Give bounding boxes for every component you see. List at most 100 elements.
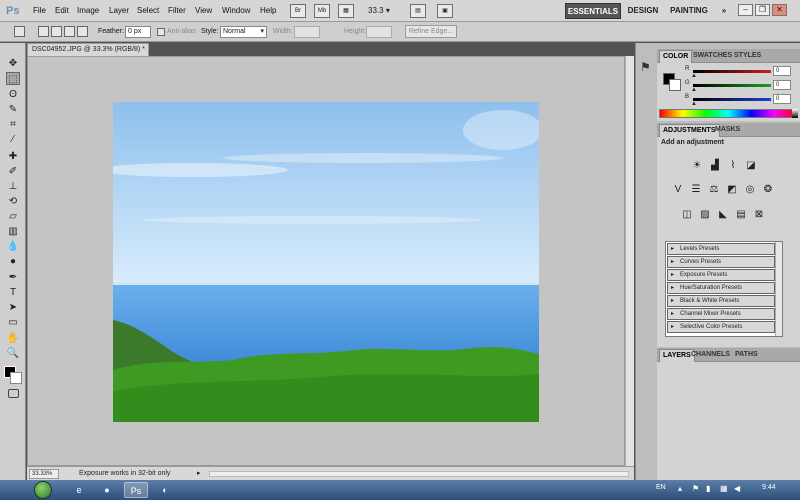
eyedropper-tool-icon[interactable]: ⁄ [6,133,20,146]
action-center-icon[interactable]: ⚑ [692,484,699,493]
posterize-icon[interactable]: ▨ [698,208,712,221]
eraser-tool-icon[interactable]: ▱ [6,210,20,223]
subtract-from-selection-icon[interactable] [64,26,75,37]
slider-thumb-icon[interactable]: ▲ [691,87,697,93]
document-tab[interactable]: DSC04952.JPG @ 33.3% (RGB/8) * [27,43,149,56]
pen-tool-icon[interactable]: ✒ [6,271,20,284]
exposure-icon[interactable]: ◪ [744,159,758,172]
history-brush-tool-icon[interactable]: ⟲ [6,195,20,208]
hand-tool-icon[interactable]: ✋ [6,332,20,345]
brightness-contrast-icon[interactable]: ☀ [690,159,704,172]
tab-paths[interactable]: PATHS [732,349,761,362]
red-slider[interactable] [693,70,771,73]
rectangular-marquee-tool-icon[interactable]: ⬚ [6,72,20,85]
width-input[interactable] [294,26,320,38]
green-slider[interactable] [693,84,771,87]
blue-value-input[interactable]: 0 [773,94,791,104]
volume-icon[interactable]: ◀ [734,484,740,493]
menu-edit[interactable]: Edit [55,0,69,22]
anti-alias-checkbox[interactable] [157,28,165,36]
zoom-percentage-field[interactable]: 33.33% [29,469,59,479]
language-indicator[interactable]: EN [656,484,666,491]
menu-window[interactable]: Window [222,0,250,22]
menu-view[interactable]: View [195,0,212,22]
list-item[interactable]: ▸ Curves Presets [667,256,775,268]
slider-thumb-icon[interactable]: ▲ [691,101,697,107]
height-input[interactable] [366,26,392,38]
blue-slider[interactable] [693,98,771,101]
zoom-tool-icon[interactable]: 🔍 [6,347,20,360]
type-tool-icon[interactable]: T [6,286,20,299]
menu-filter[interactable]: Filter [168,0,186,22]
list-item[interactable]: ▸ Selective Color Presets [667,321,775,333]
feather-input[interactable]: 0 px [125,26,151,38]
list-item[interactable]: ▸ Exposure Presets [667,269,775,281]
screen-mode-button[interactable]: ▣ [437,4,453,18]
view-extras-button[interactable]: ▦ [338,4,354,18]
menu-image[interactable]: Image [77,0,99,22]
list-item[interactable]: ▸ Levels Presets [667,243,775,255]
gradient-map-icon[interactable]: ▤ [734,208,748,221]
more-workspaces-button[interactable]: » [718,3,730,19]
rectangle-tool-icon[interactable]: ▭ [6,316,20,329]
zoom-level-select[interactable]: 33.3 ▾ [368,4,404,18]
status-menu-arrow-icon[interactable]: ▸ [197,469,201,477]
tab-adjustments[interactable]: ADJUSTMENTS [659,124,720,137]
presets-scrollbar[interactable] [775,242,782,336]
document-canvas-area[interactable] [27,56,625,466]
black-white-icon[interactable]: ◩ [725,183,739,196]
blur-tool-icon[interactable]: 💧 [6,240,20,253]
color-balance-icon[interactable]: ⚖ [707,183,721,196]
launch-bridge-button[interactable]: Br [290,4,306,18]
tab-styles[interactable]: STYLES [731,50,764,63]
taskbar-clock[interactable]: 9:44 [762,484,776,491]
media-player-icon[interactable]: ● [95,482,119,498]
channel-mixer-icon[interactable]: ❂ [761,183,775,196]
photo-filter-icon[interactable]: ◎ [743,183,757,196]
marquee-preset-icon[interactable] [14,26,25,37]
start-button[interactable] [34,481,52,499]
color-panel-background-swatch[interactable] [669,79,681,91]
quick-mask-icon[interactable] [8,389,19,398]
vibrance-icon[interactable]: V [671,183,685,196]
tab-swatches[interactable]: SWATCHES [690,50,735,63]
minimize-button[interactable]: – [738,4,753,16]
refine-edge-button[interactable]: Refine Edge... [405,25,457,38]
firefox-icon[interactable]: ◐ [153,482,177,498]
threshold-icon[interactable]: ◣ [716,208,730,221]
menu-help[interactable]: Help [260,0,276,22]
tab-masks[interactable]: MASKS [712,124,743,137]
background-color-swatch[interactable] [10,372,22,384]
tray-expand-icon[interactable]: ▴ [678,484,682,493]
menu-layer[interactable]: Layer [109,0,129,22]
levels-icon[interactable]: ▟ [708,159,722,172]
new-selection-icon[interactable] [38,26,49,37]
intersect-selection-icon[interactable] [77,26,88,37]
list-item[interactable]: ▸ Hue/Saturation Presets [667,282,775,294]
black-white-ramp[interactable] [792,109,798,118]
quick-selection-tool-icon[interactable]: ✎ [6,103,20,116]
green-value-input[interactable]: 0 [773,80,791,90]
document-image[interactable] [113,102,539,422]
selective-color-icon[interactable]: ⊠ [752,208,766,221]
workspace-essentials-button[interactable]: ESSENTIALS [565,3,621,19]
history-panel-icon[interactable]: ⚑ [640,60,651,74]
style-select[interactable]: Normal ▾ [220,26,267,38]
internet-explorer-icon[interactable]: e [67,482,91,498]
launch-mini-bridge-button[interactable]: Mb [314,4,330,18]
hue-saturation-icon[interactable]: ☰ [689,183,703,196]
menu-select[interactable]: Select [137,0,159,22]
list-item[interactable]: ▸ Channel Mixer Presets [667,308,775,320]
red-value-input[interactable]: 0 [773,66,791,76]
network-icon[interactable]: ▦ [720,484,728,493]
slider-thumb-icon[interactable]: ▲ [691,73,697,79]
workspace-painting-button[interactable]: PAINTING [669,3,709,19]
restore-button[interactable]: ❐ [755,4,770,16]
invert-icon[interactable]: ◫ [680,208,694,221]
list-item[interactable]: ▸ Black & White Presets [667,295,775,307]
dodge-tool-icon[interactable]: ● [6,255,20,268]
arrange-documents-button[interactable]: ▤ [410,4,426,18]
path-selection-tool-icon[interactable]: ➤ [6,301,20,314]
canvas-vertical-scrollbar[interactable] [625,56,634,466]
tab-channels[interactable]: CHANNELS [688,349,733,362]
